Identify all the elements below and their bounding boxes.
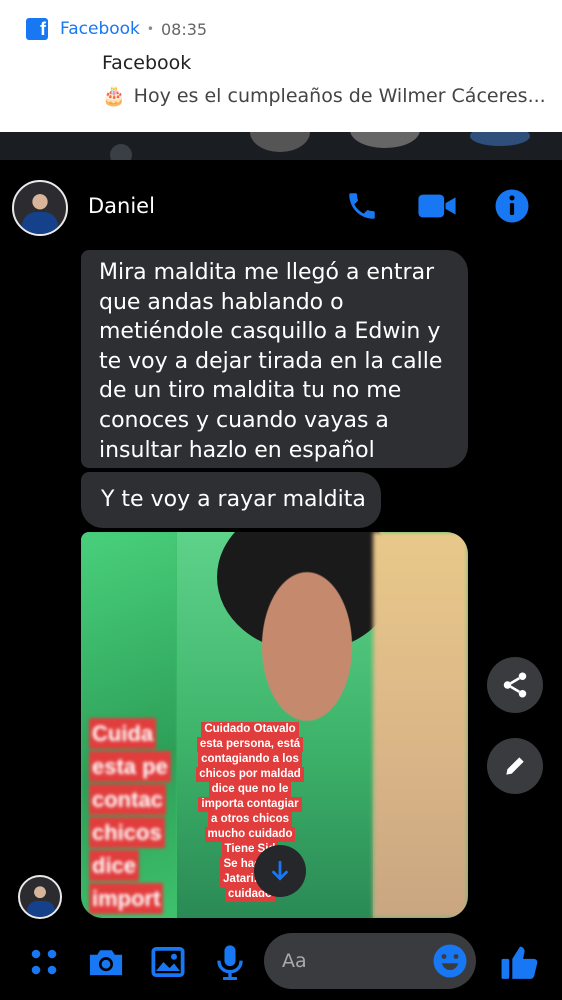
chat-header: Daniel xyxy=(0,160,562,250)
caption-line: mucho cuidado xyxy=(204,827,296,842)
share-button[interactable] xyxy=(487,657,543,713)
caption-line: importa contagiar xyxy=(198,797,302,812)
overlay-line: contac xyxy=(89,784,166,815)
notification-title: Facebook xyxy=(102,52,192,74)
like-icon[interactable] xyxy=(498,940,542,984)
emoji-icon[interactable] xyxy=(432,943,468,979)
message-line: te voy a dejar tirada en la calle xyxy=(99,348,443,374)
photo-blurred-text: Cuida esta pe contac chicos dice import xyxy=(89,718,171,916)
contact-name[interactable]: Daniel xyxy=(88,194,155,218)
caption-line: a otros chicos xyxy=(208,812,292,827)
message-input-placeholder: Aa xyxy=(282,950,307,972)
menu-dots-icon[interactable] xyxy=(22,940,66,984)
background-blob xyxy=(110,144,132,160)
arrow-down-icon xyxy=(272,860,288,881)
share-icon xyxy=(503,672,527,698)
caption-line: chicos por maldad xyxy=(196,767,304,782)
notification-time: 08:35 xyxy=(160,19,208,39)
overlay-line: import xyxy=(89,883,164,914)
overlay-line: dice xyxy=(89,850,140,881)
caption-line: esta persona, está xyxy=(196,737,304,752)
gallery-icon[interactable] xyxy=(146,940,190,984)
background-blob xyxy=(250,132,310,152)
phone-icon[interactable] xyxy=(342,186,382,226)
chat-window: Daniel Mira maldita me llegó a entrar qu… xyxy=(0,160,562,1000)
microphone-icon[interactable] xyxy=(208,940,252,984)
notification-separator: • xyxy=(146,22,154,36)
message-line: que andas hablando o xyxy=(99,289,344,315)
photo-panel xyxy=(373,532,468,918)
pencil-icon xyxy=(506,757,524,775)
message-line: de un tiro maldita tu no me xyxy=(99,378,402,404)
notification-header: f Facebook • 08:35 xyxy=(26,16,207,42)
notification-app-name: Facebook xyxy=(60,19,140,39)
message-line: insultar hazlo en español xyxy=(99,437,375,463)
scroll-down-button[interactable] xyxy=(254,845,306,897)
overlay-line: Cuida xyxy=(89,718,157,749)
background-strip xyxy=(0,132,562,160)
message-line: Mira maldita me llegó a entrar xyxy=(99,260,435,285)
cake-icon: 🎂 xyxy=(102,85,126,107)
message-bubble[interactable]: Mira maldita me llegó a entrar que andas… xyxy=(81,250,468,468)
caption-line: dice que no le xyxy=(208,782,292,797)
caption-line: contagiando a los xyxy=(198,752,302,767)
caption-line: Cuidado Otavalo xyxy=(201,722,299,737)
info-icon[interactable] xyxy=(492,186,532,226)
avatar[interactable] xyxy=(18,875,62,919)
video-camera-icon[interactable] xyxy=(417,186,457,226)
notification-body-text: Hoy es el cumpleaños de Wilmer Cáceres..… xyxy=(133,84,546,107)
message-line: metiéndole casquillo a Edwin y xyxy=(99,319,441,345)
message-bubble[interactable]: Y te voy a rayar maldita xyxy=(81,472,381,528)
overlay-line: esta pe xyxy=(89,751,171,782)
composer-bar: Aa xyxy=(0,930,562,1000)
background-blob xyxy=(470,132,530,146)
notification-banner[interactable]: f Facebook • 08:35 Facebook 🎂 Hoy es el … xyxy=(0,0,562,132)
notification-body: 🎂 Hoy es el cumpleaños de Wilmer Cáceres… xyxy=(102,84,546,108)
camera-icon[interactable] xyxy=(84,940,128,984)
facebook-logo-icon: f xyxy=(26,18,48,40)
edit-button[interactable] xyxy=(487,738,543,794)
message-input[interactable]: Aa xyxy=(264,933,476,989)
avatar[interactable] xyxy=(12,180,68,236)
overlay-line: chicos xyxy=(89,817,165,848)
message-line: conoces y cuando vayas a xyxy=(99,407,389,433)
background-blob xyxy=(350,132,420,148)
